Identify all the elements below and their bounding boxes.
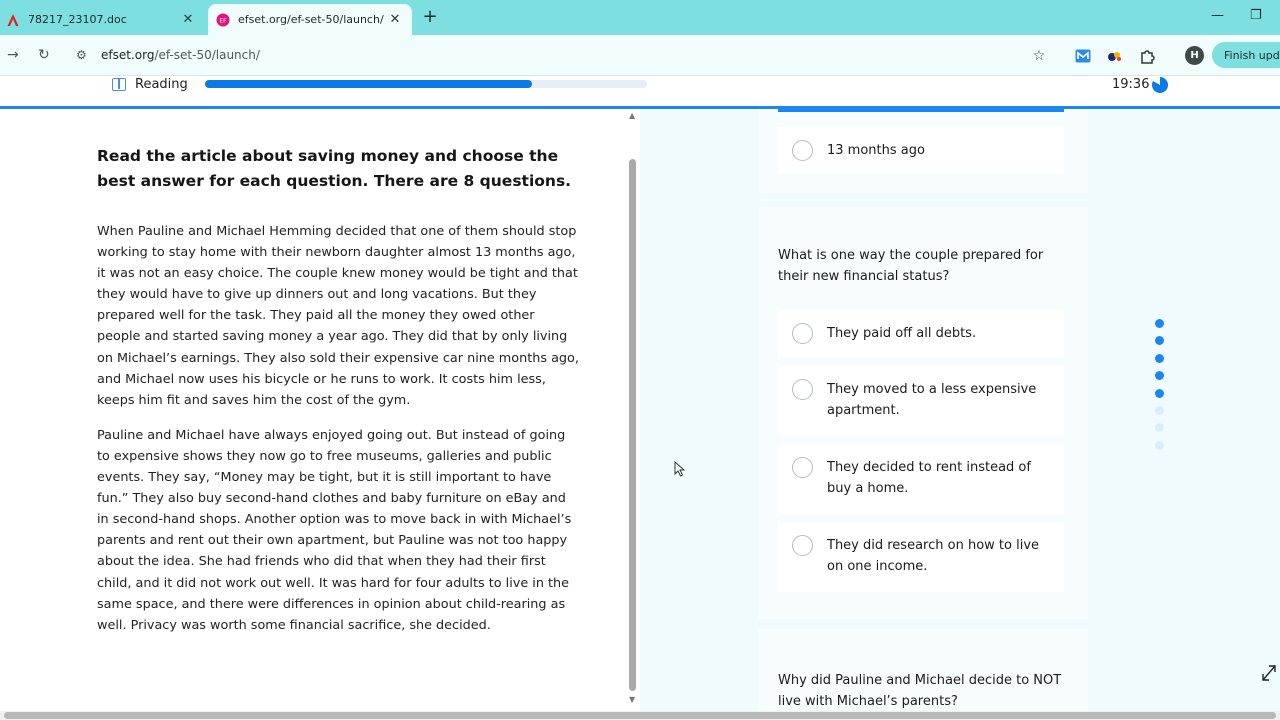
timer-text: 19:36 — [1112, 77, 1150, 92]
color-extension-icon[interactable] — [1105, 46, 1125, 66]
tab-label: efset.org/ef-set-50/launch/ — [238, 13, 384, 26]
answer-option-1[interactable]: They paid off all debts. — [778, 310, 1064, 358]
test-header: Reading 19:36 — [0, 76, 1280, 106]
option-text: They moved to a less expensive apartment… — [827, 382, 1037, 418]
restore-icon[interactable]: ❐ — [1250, 8, 1262, 23]
forward-icon[interactable]: → — [7, 47, 19, 63]
article-paragraph: Pauline and Michael have always enjoyed … — [97, 427, 572, 633]
tab-label: 78217_23107.doc — [28, 13, 127, 26]
reading-pane: Read the article about saving money and … — [0, 109, 640, 711]
mouse-cursor-icon — [674, 461, 686, 477]
option-text: They paid off all debts. — [827, 326, 977, 341]
horizontal-scrollbar[interactable] — [0, 711, 1280, 720]
answer-option-2[interactable]: They moved to a less expensive apartment… — [778, 366, 1064, 436]
radio-button[interactable] — [792, 140, 813, 161]
progress-dot[interactable] — [1155, 336, 1164, 346]
efset-favicon-icon: EF — [216, 13, 230, 27]
extensions-puzzle-icon[interactable] — [1137, 46, 1157, 66]
site-settings-icon[interactable]: ⚙ — [76, 48, 87, 62]
reading-scrollbar-thumb[interactable] — [629, 159, 636, 691]
question-progress-dots — [1155, 319, 1165, 458]
questions-pane: 13 months ago What is one way the couple… — [640, 109, 1280, 711]
answer-option-3[interactable]: They decided to rent instead of buy a ho… — [778, 444, 1064, 514]
test-progress-bar — [205, 80, 647, 88]
radio-button[interactable] — [792, 535, 813, 556]
radio-button[interactable] — [792, 323, 813, 344]
url-host: efset.org — [101, 48, 155, 62]
reload-icon[interactable]: ↻ — [38, 47, 50, 63]
next-question-card: Why did Pauline and Michael decide to NO… — [758, 629, 1088, 711]
article-paragraph: When Pauline and Michael Hemming decided… — [97, 224, 579, 408]
progress-dot[interactable] — [1155, 440, 1164, 450]
bookmark-star-icon[interactable]: ☆ — [1029, 46, 1049, 66]
instructions: Read the article about saving money and … — [97, 147, 572, 190]
question-card: What is one way the couple prepared for … — [758, 207, 1088, 619]
scroll-up-arrow-icon[interactable]: ▲ — [629, 111, 635, 120]
option-text: 13 months ago — [827, 143, 925, 158]
card-accent-line — [778, 109, 1064, 112]
browser-tab-strip: 78217_23107.doc ✕ EF efset.org/ef-set-50… — [0, 0, 1280, 35]
progress-dot[interactable] — [1155, 423, 1164, 433]
new-tab-icon[interactable]: + — [420, 6, 440, 30]
question-text: What is one way the couple prepared for … — [778, 248, 1044, 284]
mail-extension-icon[interactable] — [1073, 46, 1093, 66]
close-tab-icon[interactable]: ✕ — [384, 12, 406, 27]
progress-dot[interactable] — [1155, 353, 1164, 363]
answer-option[interactable]: 13 months ago — [778, 127, 1064, 174]
url-path: /ef-set-50/launch/ — [154, 48, 260, 62]
svg-text:EF: EF — [219, 17, 227, 24]
minimize-icon[interactable]: — — [1211, 8, 1224, 23]
progress-dot[interactable] — [1155, 371, 1164, 381]
radio-button[interactable] — [792, 379, 813, 400]
expand-icon[interactable] — [1259, 660, 1279, 684]
section-title: Reading — [135, 77, 188, 92]
browser-toolbar: → ↻ ⚙ efset.org/ef-set-50/launch/ ☆ H Fi… — [0, 35, 1280, 76]
progress-dot[interactable] — [1155, 405, 1164, 415]
article-text: When Pauline and Michael Hemming decided… — [97, 221, 579, 650]
address-bar[interactable]: efset.org/ef-set-50/launch/ — [101, 48, 260, 62]
previous-question-card: 13 months ago — [758, 109, 1088, 193]
progress-dot[interactable] — [1155, 388, 1164, 398]
finish-update-button[interactable]: Finish update — [1212, 42, 1280, 68]
radio-button[interactable] — [792, 457, 813, 478]
acrobat-icon — [6, 13, 20, 27]
timer-pie-icon — [1152, 77, 1168, 93]
tab-document[interactable]: 78217_23107.doc ✕ — [0, 4, 205, 35]
scroll-down-arrow-icon[interactable]: ▼ — [629, 695, 635, 704]
option-text: They did research on how to live on one … — [827, 538, 1040, 574]
question-text: Why did Pauline and Michael decide to NO… — [778, 673, 1062, 709]
close-tab-icon[interactable]: ✕ — [177, 12, 199, 27]
option-text: They decided to rent instead of buy a ho… — [827, 460, 1031, 496]
progress-dot[interactable] — [1155, 319, 1164, 328]
book-icon — [112, 78, 126, 91]
tab-efset[interactable]: EF efset.org/ef-set-50/launch/ ✕ — [208, 4, 412, 35]
profile-avatar[interactable]: H — [1185, 46, 1204, 65]
answer-option-4[interactable]: They did research on how to live on one … — [778, 522, 1064, 592]
test-progress-fill — [205, 80, 533, 88]
horizontal-scrollbar-thumb[interactable] — [4, 712, 1276, 719]
